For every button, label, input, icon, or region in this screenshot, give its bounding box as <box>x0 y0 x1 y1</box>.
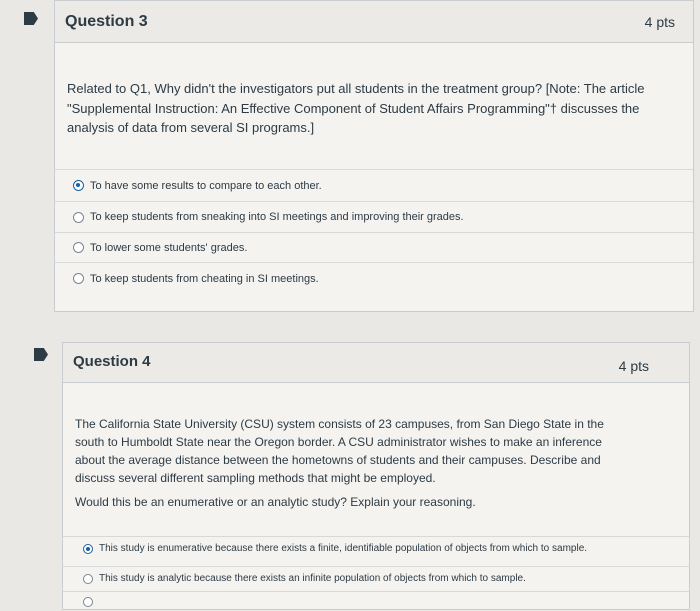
question-3-answer-4[interactable]: To keep students from cheating in SI mee… <box>55 262 693 294</box>
answer-label: To keep students from sneaking into SI m… <box>90 211 464 223</box>
radio-button-selected[interactable] <box>83 543 93 554</box>
question-4-points: 4 pts <box>618 358 649 374</box>
radio-button[interactable] <box>73 273 84 284</box>
question-4-header: Question 4 4 pts <box>63 343 689 383</box>
question-4-answer-3[interactable] <box>63 591 689 611</box>
question-4-flag-icon[interactable] <box>34 348 48 361</box>
question-3-title: Question 3 <box>65 13 148 30</box>
answer-label: To have some results to compare to each … <box>90 179 322 192</box>
question-3-answer-3[interactable]: To lower some students' grades. <box>55 232 693 262</box>
radio-button[interactable] <box>83 573 93 584</box>
question-4-answer-1[interactable]: This study is enumerative because there … <box>63 536 689 560</box>
question-4-title: Question 4 <box>73 353 151 370</box>
question-3-flag-icon[interactable] <box>24 12 38 25</box>
question-4-prompt: The California State University (CSU) sy… <box>75 417 604 485</box>
question-4-text: The California State University (CSU) sy… <box>75 415 627 511</box>
radio-button[interactable] <box>73 211 84 223</box>
question-3-answer-2[interactable]: To keep students from sneaking into SI m… <box>55 201 693 232</box>
answer-label: To keep students from cheating in SI mee… <box>90 272 319 285</box>
question-3-header: Question 3 4 pts <box>55 1 693 43</box>
question-3-answer-1[interactable]: To have some results to compare to each … <box>55 169 693 201</box>
answer-label: To lower some students' grades. <box>90 241 248 254</box>
question-4-card: Question 4 4 pts The California State Un… <box>62 342 690 610</box>
question-3-card: Question 3 4 pts Related to Q1, Why didn… <box>54 0 694 312</box>
answer-label: This study is analytic because there exi… <box>99 573 526 584</box>
question-4-question: Would this be an enumerative or an analy… <box>75 495 476 509</box>
question-4-answer-2[interactable]: This study is analytic because there exi… <box>63 566 689 590</box>
question-3-prompt: Related to Q1, Why didn't the investigat… <box>67 81 645 135</box>
question-3-points: 4 pts <box>644 14 675 30</box>
radio-button-selected[interactable] <box>73 180 84 191</box>
question-3-text: Related to Q1, Why didn't the investigat… <box>67 79 673 138</box>
radio-button[interactable] <box>83 596 93 607</box>
answer-label: This study is enumerative because there … <box>99 543 588 554</box>
radio-button[interactable] <box>73 242 84 253</box>
